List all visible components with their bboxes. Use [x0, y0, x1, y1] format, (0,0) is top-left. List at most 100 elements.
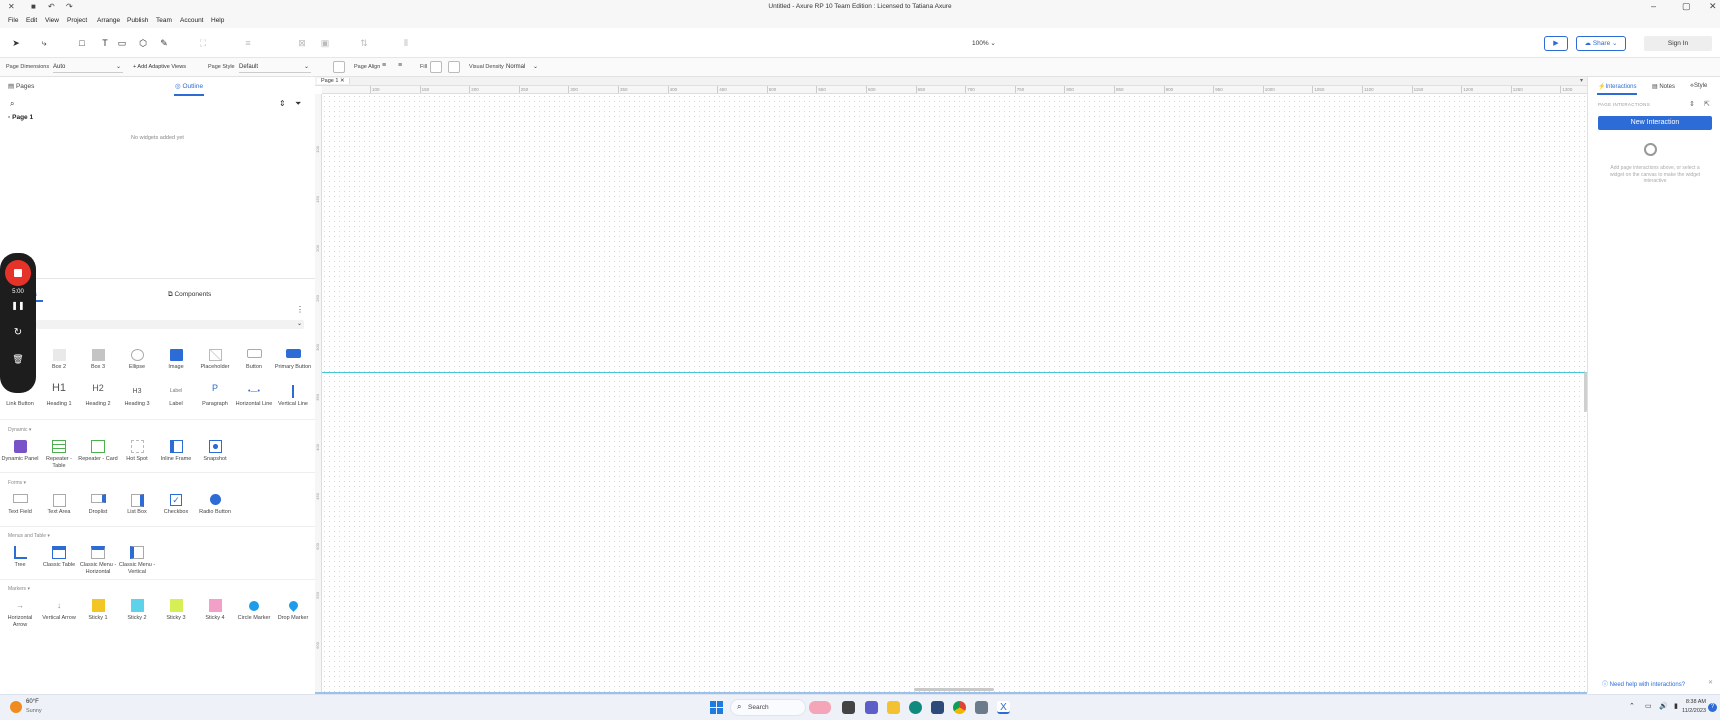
- tab-pages[interactable]: ▤ Pages: [8, 82, 34, 90]
- section-forms-label[interactable]: Forms ▾: [8, 480, 26, 486]
- menu-account[interactable]: Account: [180, 17, 204, 24]
- image-tool-icon[interactable]: ▭: [116, 37, 128, 49]
- library-item-box-3[interactable]: Box 3: [78, 349, 118, 371]
- weather-sun-icon[interactable]: [10, 701, 22, 713]
- menu-view[interactable]: View: [45, 17, 59, 24]
- library-item-box-2[interactable]: Box 2: [39, 349, 79, 371]
- weather-desc[interactable]: Sunny: [26, 708, 42, 714]
- library-item-placeholder[interactable]: Placeholder: [195, 349, 235, 371]
- shape-tool-icon[interactable]: ⬡: [137, 37, 149, 49]
- chrome-icon[interactable]: [953, 701, 966, 714]
- library-item-hot-spot[interactable]: Hot Spot: [117, 440, 157, 463]
- library-item-button[interactable]: Button: [234, 349, 274, 371]
- library-item-checkbox[interactable]: ✓ Checkbox: [156, 494, 196, 516]
- minimize-icon[interactable]: –: [1651, 1, 1656, 11]
- library-item-snapshot[interactable]: Snapshot: [195, 440, 235, 463]
- tab-components[interactable]: ⧉ Components: [168, 291, 211, 299]
- library-item-classic-menu-vertical[interactable]: Classic Menu - Vertical: [117, 546, 157, 575]
- tab-interactions[interactable]: ⚡Interactions: [1598, 83, 1637, 90]
- section-dynamic-label[interactable]: Dynamic ▾: [8, 427, 31, 433]
- edit-page-style-icon[interactable]: [333, 61, 345, 73]
- new-interaction-button[interactable]: New Interaction: [1598, 116, 1712, 130]
- library-item-paragraph[interactable]: P Paragraph: [195, 384, 235, 408]
- library-item-heading-1[interactable]: H1 Heading 1: [39, 383, 79, 408]
- add-adaptive-views-link[interactable]: + Add Adaptive Views: [133, 64, 186, 70]
- library-item-sticky-4[interactable]: Sticky 4: [195, 599, 235, 622]
- library-item-sticky-2[interactable]: Sticky 2: [117, 599, 157, 622]
- section-markers-label[interactable]: Markers ▾: [8, 586, 30, 592]
- menu-file[interactable]: File: [8, 17, 18, 24]
- zoom-select[interactable]: 100% ⌄: [972, 39, 996, 47]
- library-item-sticky-3[interactable]: Sticky 3: [156, 599, 196, 622]
- horizontal-scrollbar[interactable]: [914, 688, 994, 691]
- select-mode-icon[interactable]: ➤: [10, 37, 22, 49]
- library-item-primary-button[interactable]: Primary Button: [273, 349, 313, 371]
- guide-line[interactable]: [322, 372, 1587, 373]
- trash-icon[interactable]: 🗑: [0, 354, 36, 365]
- pen-tool-icon[interactable]: ✎: [158, 37, 170, 49]
- menu-project[interactable]: Project: [67, 17, 87, 24]
- maximize-icon[interactable]: ▢: [1682, 1, 1691, 12]
- library-item-classic-menu-horizontal[interactable]: Classic Menu - Horizontal: [78, 546, 118, 575]
- page-dimensions-select[interactable]: Auto ⌄: [53, 62, 123, 73]
- fill-image-icon[interactable]: [448, 61, 460, 73]
- menu-publish[interactable]: Publish: [127, 17, 148, 24]
- restart-icon[interactable]: ↻: [0, 327, 36, 338]
- order-icon[interactable]: ⇅: [358, 37, 370, 49]
- close-help-icon[interactable]: ✕: [1708, 679, 1713, 686]
- library-item-list-box[interactable]: List Box: [117, 494, 157, 516]
- preview-button[interactable]: ▶: [1544, 36, 1568, 51]
- fill-color-swatch[interactable]: [430, 61, 442, 73]
- library-item-classic-table[interactable]: Classic Table: [39, 546, 79, 569]
- spacing-icon[interactable]: ⦀: [400, 37, 412, 49]
- library-item-tree[interactable]: Tree: [0, 546, 40, 569]
- weather-temp[interactable]: 60°F: [26, 699, 39, 705]
- settings-gear-icon[interactable]: [975, 701, 988, 714]
- library-item-droplist[interactable]: Droplist: [78, 494, 118, 516]
- taskbar-search[interactable]: ⌕ Search: [730, 699, 831, 716]
- text-tool-icon[interactable]: T: [99, 37, 111, 49]
- library-item-heading-3[interactable]: H3 Heading 3: [117, 385, 157, 408]
- menu-edit[interactable]: Edit: [26, 17, 37, 24]
- library-item-text-field[interactable]: Text Field: [0, 494, 40, 516]
- file-explorer-icon[interactable]: [887, 701, 900, 714]
- help-notification-icon[interactable]: ?: [1708, 703, 1717, 712]
- menu-arrange[interactable]: Arrange: [97, 17, 120, 24]
- library-item-dynamic-panel[interactable]: Dynamic Panel: [0, 440, 40, 463]
- open-external-icon[interactable]: ⇱: [1704, 100, 1710, 108]
- window-close-icon[interactable]: ✕: [1709, 1, 1717, 12]
- library-item-horizontal-line[interactable]: •—• Horizontal Line: [234, 385, 274, 408]
- show-hidden-icons-icon[interactable]: ⌃: [1629, 702, 1635, 710]
- menu-team[interactable]: Team: [156, 17, 172, 24]
- section-menus-label[interactable]: Menus and Table ▾: [8, 533, 50, 539]
- library-item-drop-marker[interactable]: Drop Marker: [273, 599, 313, 622]
- tabs-overflow-icon[interactable]: ▾: [1580, 77, 1583, 84]
- library-item-ellipse[interactable]: Ellipse: [117, 349, 157, 371]
- library-item-text-area[interactable]: Text Area: [39, 494, 79, 516]
- start-icon[interactable]: [710, 701, 723, 714]
- sign-in-button[interactable]: Sign In: [1644, 36, 1712, 51]
- rectangle-tool-icon[interactable]: □: [76, 37, 88, 49]
- display-icon[interactable]: ▭: [1645, 702, 1652, 710]
- library-item-repeater-card[interactable]: Repeater - Card: [78, 440, 118, 463]
- teams-icon[interactable]: [865, 701, 878, 714]
- volume-icon[interactable]: 🔊: [1659, 702, 1668, 710]
- distribute-icon[interactable]: ⊠: [296, 37, 308, 49]
- visual-density-select[interactable]: Normal ⌄: [506, 62, 540, 73]
- library-item-radio-button[interactable]: Radio Button: [195, 494, 235, 516]
- library-select[interactable]: ⌄: [36, 320, 304, 329]
- axure-app-icon[interactable]: X: [997, 701, 1010, 714]
- clock-date[interactable]: 11/2/2023: [1670, 708, 1706, 714]
- more-options-icon[interactable]: ⋮: [296, 305, 304, 314]
- library-item-horizontal-arrow[interactable]: → Horizontal Arrow: [0, 599, 40, 628]
- task-view-icon[interactable]: [842, 701, 855, 714]
- page-style-select[interactable]: Default ⌄: [239, 62, 311, 73]
- sort-icon[interactable]: ⇕: [279, 99, 286, 108]
- library-item-sticky-1[interactable]: Sticky 1: [78, 599, 118, 622]
- interactions-help-link[interactable]: ⓘ Need help with interactions?: [1602, 679, 1685, 688]
- connector-icon[interactable]: ⤷: [38, 37, 50, 49]
- library-item-repeater-table[interactable]: Repeater - Table: [39, 440, 79, 469]
- library-item-vertical-arrow[interactable]: ↓ Vertical Arrow: [39, 599, 79, 622]
- filter-icon[interactable]: ⏷: [295, 99, 301, 109]
- tab-notes[interactable]: ▤ Notes: [1652, 83, 1675, 90]
